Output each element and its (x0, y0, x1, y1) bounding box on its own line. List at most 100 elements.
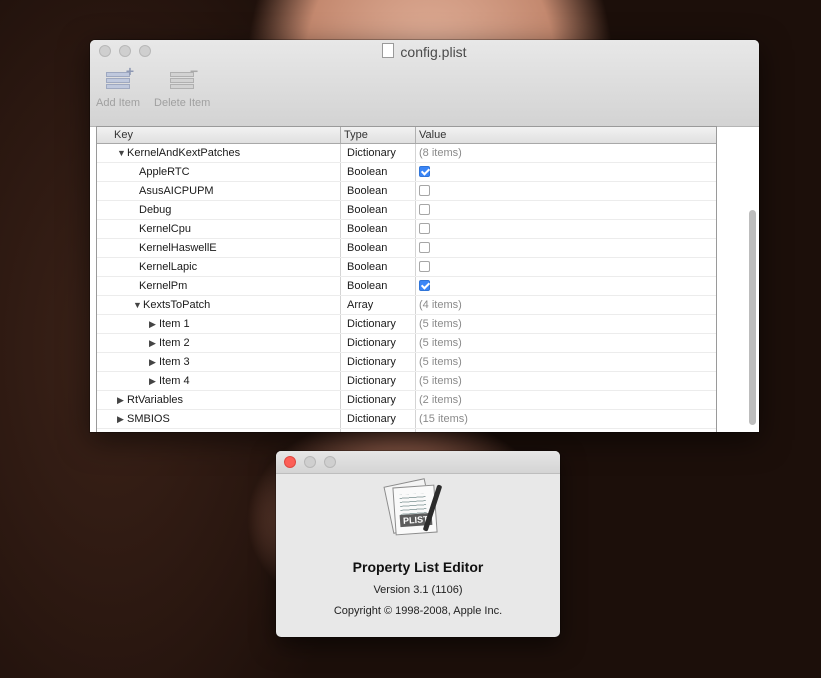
row-value-cell[interactable]: (2 items) (416, 391, 716, 409)
table-row[interactable]: KernelCpu Boolean (97, 220, 716, 239)
toolbar: + Add Item − Delete Item (96, 63, 210, 109)
scrollbar-thumb[interactable] (749, 210, 756, 425)
row-value-cell[interactable]: (8 items) (416, 144, 716, 162)
row-key-label: RtVariables (127, 394, 184, 406)
table-row[interactable]: AsusAICPUPM Boolean (97, 182, 716, 201)
checkbox-checked[interactable] (419, 280, 430, 291)
row-key-cell[interactable]: ▶ Item 1 (97, 315, 341, 333)
about-zoom-button[interactable] (324, 456, 336, 468)
row-key-cell[interactable]: ▶ Item 4 (97, 372, 341, 390)
row-key-label: KextsToPatch (143, 299, 211, 311)
table-row[interactable]: ▶ Item 3 Dictionary (5 items) (97, 353, 716, 372)
row-key-cell[interactable]: ▶ SMBIOS (97, 410, 341, 428)
row-type-cell[interactable]: Dictionary (341, 372, 416, 390)
row-type-cell[interactable]: Dictionary (341, 315, 416, 333)
about-minimize-button[interactable] (304, 456, 316, 468)
row-type-cell[interactable]: Boolean (341, 239, 416, 257)
add-item-button[interactable]: + Add Item (96, 63, 140, 109)
row-type-cell[interactable]: Array (341, 296, 416, 314)
row-key-cell[interactable]: ▶SystemParameters (97, 429, 341, 432)
table-row[interactable]: KernelPm Boolean (97, 277, 716, 296)
about-close-button[interactable] (284, 456, 296, 468)
row-type-cell[interactable]: Boolean (341, 201, 416, 219)
row-value-cell[interactable]: (2 items) (416, 429, 716, 432)
column-header-value[interactable]: Value (416, 127, 716, 143)
row-key-cell[interactable]: ▼KernelAndKextPatches (97, 144, 341, 162)
row-value-cell[interactable]: (5 items) (416, 372, 716, 390)
row-key-label: Item 1 (159, 318, 190, 330)
checkbox-checked[interactable] (419, 166, 430, 177)
row-value-cell[interactable]: (15 items) (416, 410, 716, 428)
row-value-cell[interactable]: (5 items) (416, 353, 716, 371)
table-row[interactable]: ▼KextsToPatch Array (4 items) (97, 296, 716, 315)
table-row[interactable]: ▶ RtVariables Dictionary (2 items) (97, 391, 716, 410)
about-titlebar (276, 451, 560, 474)
row-type-cell[interactable]: Boolean (341, 220, 416, 238)
row-value-label: (8 items) (419, 147, 462, 159)
row-key-cell[interactable]: ▶ RtVariables (97, 391, 341, 409)
row-value-cell[interactable] (416, 258, 716, 276)
row-key-cell[interactable]: KernelCpu (97, 220, 341, 238)
disclosure-closed-icon[interactable]: ▶ (117, 429, 127, 432)
checkbox-unchecked[interactable] (419, 223, 430, 234)
column-header-type[interactable]: Type (341, 127, 416, 143)
row-value-label: (15 items) (419, 413, 468, 425)
table-row[interactable]: ▶ Item 2 Dictionary (5 items) (97, 334, 716, 353)
row-value-cell[interactable]: (5 items) (416, 334, 716, 352)
checkbox-unchecked[interactable] (419, 185, 430, 196)
row-key-cell[interactable]: AsusAICPUPM (97, 182, 341, 200)
table-row[interactable]: AppleRTC Boolean (97, 163, 716, 182)
table-row[interactable]: Debug Boolean (97, 201, 716, 220)
disclosure-closed-icon[interactable]: ▶ (117, 391, 127, 409)
row-type-cell[interactable]: Dictionary (341, 391, 416, 409)
row-type-cell[interactable]: Dictionary (341, 429, 416, 432)
delete-item-button[interactable]: − Delete Item (154, 63, 210, 109)
disclosure-open-icon[interactable]: ▼ (133, 296, 143, 314)
table-row[interactable]: ▼KernelAndKextPatches Dictionary (8 items) (97, 144, 716, 163)
table-row[interactable]: ▶ Item 1 Dictionary (5 items) (97, 315, 716, 334)
row-type-cell[interactable]: Boolean (341, 163, 416, 181)
disclosure-closed-icon[interactable]: ▶ (149, 334, 159, 352)
row-value-cell[interactable] (416, 220, 716, 238)
row-key-label: KernelAndKextPatches (127, 147, 241, 159)
vertical-scrollbar[interactable] (749, 127, 756, 432)
row-key-cell[interactable]: ▶ Item 3 (97, 353, 341, 371)
table-row[interactable]: ▶ SMBIOS Dictionary (15 items) (97, 410, 716, 429)
row-type-cell[interactable]: Boolean (341, 258, 416, 276)
row-key-cell[interactable]: KernelLapic (97, 258, 341, 276)
row-value-cell[interactable] (416, 277, 716, 295)
table-row[interactable]: ▶ Item 4 Dictionary (5 items) (97, 372, 716, 391)
disclosure-closed-icon[interactable]: ▶ (117, 410, 127, 428)
row-key-cell[interactable]: ▼KextsToPatch (97, 296, 341, 314)
disclosure-closed-icon[interactable]: ▶ (149, 372, 159, 390)
row-type-cell[interactable]: Dictionary (341, 334, 416, 352)
row-key-cell[interactable]: KernelPm (97, 277, 341, 295)
row-type-cell[interactable]: Dictionary (341, 144, 416, 162)
row-key-cell[interactable]: ▶ Item 2 (97, 334, 341, 352)
row-key-label: KernelLapic (139, 261, 198, 273)
disclosure-closed-icon[interactable]: ▶ (149, 353, 159, 371)
row-type-cell[interactable]: Boolean (341, 182, 416, 200)
row-value-cell[interactable] (416, 163, 716, 181)
app-copyright: Copyright © 1998-2008, Apple Inc. (333, 605, 503, 617)
column-header-key[interactable]: Key (97, 127, 341, 143)
row-key-cell[interactable]: KernelHaswellE (97, 239, 341, 257)
row-value-cell[interactable] (416, 182, 716, 200)
table-row[interactable]: ▶SystemParametersDictionary(2 items) (97, 429, 716, 432)
row-value-cell[interactable] (416, 239, 716, 257)
disclosure-closed-icon[interactable]: ▶ (149, 315, 159, 333)
row-type-cell[interactable]: Boolean (341, 277, 416, 295)
row-value-cell[interactable]: (5 items) (416, 315, 716, 333)
row-type-cell[interactable]: Dictionary (341, 353, 416, 371)
table-row[interactable]: KernelHaswellE Boolean (97, 239, 716, 258)
checkbox-unchecked[interactable] (419, 242, 430, 253)
checkbox-unchecked[interactable] (419, 261, 430, 272)
row-value-cell[interactable]: (4 items) (416, 296, 716, 314)
row-value-cell[interactable] (416, 201, 716, 219)
row-type-cell[interactable]: Dictionary (341, 410, 416, 428)
table-row[interactable]: KernelLapic Boolean (97, 258, 716, 277)
checkbox-unchecked[interactable] (419, 204, 430, 215)
row-key-cell[interactable]: AppleRTC (97, 163, 341, 181)
disclosure-open-icon[interactable]: ▼ (117, 144, 127, 162)
row-key-cell[interactable]: Debug (97, 201, 341, 219)
